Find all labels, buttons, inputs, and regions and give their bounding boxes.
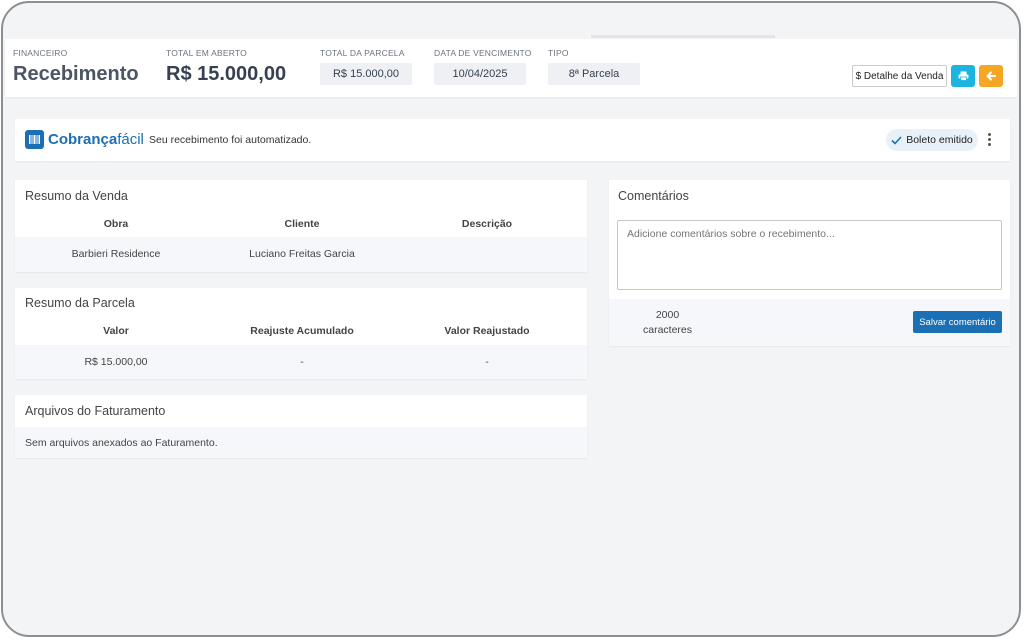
back-button[interactable] (979, 65, 1003, 87)
tipo-value: 8ª Parcela (548, 63, 640, 85)
table-row: R$ 15.000,00 - - (15, 345, 587, 379)
total-aberto-block: TOTAL EM ABERTO R$ 15.000,00 (166, 48, 286, 86)
char-count: 2000 (655, 309, 680, 321)
comment-footer: 2000 caracteres Salvar comentário (609, 299, 1010, 346)
table-row: Barbieri Residence Luciano Freitas Garci… (15, 237, 587, 272)
column-header-descricao: Descrição (461, 218, 513, 230)
cobranca-facil-bar: Cobrançafácil Seu recebimento foi automa… (15, 119, 1010, 161)
section-label: FINANCEIRO (13, 48, 68, 58)
arrow-left-icon (986, 71, 996, 81)
arquivos-title: Arquivos do Faturamento (25, 404, 166, 418)
detalhe-venda-button[interactable]: $ Detalhe da Venda (852, 65, 947, 87)
total-aberto-value: R$ 15.000,00 (166, 63, 287, 85)
comentarios-title: Comentários (618, 189, 689, 203)
resumo-parcela-card: Resumo da Parcela Valor Reajuste Acumula… (15, 288, 587, 379)
resumo-parcela-table: Valor Reajuste Acumulado Valor Reajustad… (15, 325, 587, 379)
kebab-menu-icon[interactable] (986, 131, 992, 149)
print-button[interactable] (951, 65, 975, 87)
comment-input[interactable] (617, 220, 1002, 290)
resumo-venda-card: Resumo da Venda Obra Cliente Descrição B… (15, 180, 587, 272)
column-header-cliente: Cliente (284, 218, 320, 230)
logo-text-light: fácil (117, 131, 144, 148)
column-header-valor-reajustado: Valor Reajustado (444, 325, 530, 337)
total-parcela-value: R$ 15.000,00 (320, 63, 412, 85)
resumo-venda-table: Obra Cliente Descrição Barbieri Residenc… (15, 218, 587, 272)
char-label: caracteres (643, 324, 693, 336)
save-comment-button[interactable]: Salvar comentário (913, 311, 1002, 333)
logo-text-bold: Cobrança (48, 131, 118, 148)
column-header-reajuste: Reajuste Acumulado (250, 325, 354, 337)
boleto-status-badge[interactable]: Boleto emitido (886, 129, 978, 151)
cell-valor: R$ 15.000,00 (84, 356, 148, 368)
cell-obra: Barbieri Residence (71, 248, 161, 260)
page-title: Recebimento (13, 63, 139, 85)
badge-label: Boleto emitido (906, 134, 973, 146)
tipo-block: TIPO 8ª Parcela (548, 48, 640, 85)
arquivos-empty-row: Sem arquivos anexados ao Faturamento. (15, 427, 587, 458)
char-counter: 2000 caracteres (643, 308, 692, 338)
automation-message: Seu recebimento foi automatizado. (149, 134, 312, 146)
check-icon (891, 135, 902, 145)
vencimento-value: 10/04/2025 (434, 63, 526, 85)
printer-icon (958, 71, 968, 81)
page-header: FINANCEIRO Recebimento TOTAL EM ABERTO R… (5, 39, 1017, 97)
cobranca-facil-logo: Cobrançafácil (25, 130, 144, 149)
total-aberto-label: TOTAL EM ABERTO (166, 48, 247, 58)
column-header-valor: Valor (103, 325, 129, 337)
cell-valor-reajustado: - (485, 356, 489, 368)
barcode-icon (25, 130, 44, 149)
comentarios-card: Comentários 2000 caracteres Salvar comen… (609, 180, 1010, 346)
vencimento-label: DATA DE VENCIMENTO (434, 48, 532, 58)
tipo-label: TIPO (548, 48, 569, 58)
arquivos-card: Arquivos do Faturamento Sem arquivos ane… (15, 395, 587, 458)
cell-cliente: Luciano Freitas Garcia (249, 248, 355, 260)
top-divider (591, 35, 775, 38)
column-header-obra: Obra (103, 218, 129, 230)
resumo-venda-title: Resumo da Venda (25, 189, 128, 203)
vencimento-block: DATA DE VENCIMENTO 10/04/2025 (434, 48, 532, 85)
total-parcela-label: TOTAL DA PARCELA (320, 48, 405, 58)
title-block: FINANCEIRO Recebimento (13, 48, 139, 86)
app-window: FINANCEIRO Recebimento TOTAL EM ABERTO R… (1, 1, 1021, 637)
resumo-parcela-title: Resumo da Parcela (25, 296, 135, 310)
cell-reajuste: - (300, 356, 304, 368)
total-parcela-block: TOTAL DA PARCELA R$ 15.000,00 (320, 48, 412, 85)
arquivos-empty-message: Sem arquivos anexados ao Faturamento. (25, 437, 218, 449)
